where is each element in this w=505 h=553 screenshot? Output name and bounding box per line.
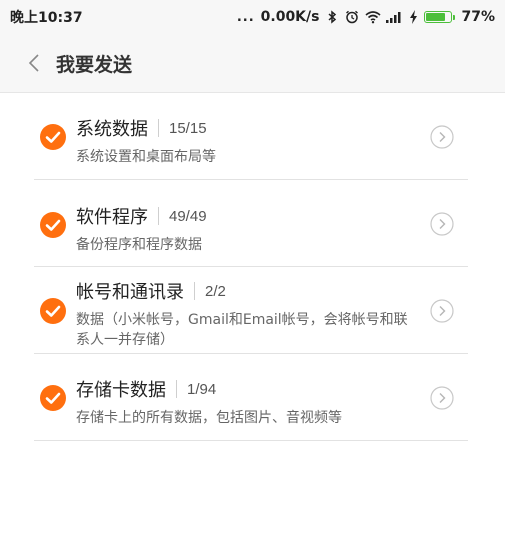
item-count: 1/94 xyxy=(187,380,217,398)
screen: 晚上10:37 ... 0.00K/s 77% 我要发送 系统数据 15/15 … xyxy=(0,0,505,553)
send-list: 系统数据 15/15 系统设置和桌面布局等 软件程序 49/49 备份程序和程序… xyxy=(34,93,468,441)
check-circle-icon[interactable] xyxy=(40,212,66,238)
item-text: 帐号和通讯录 2/2 数据（小米帐号，Gmail和Email帐号，会将帐号和联系… xyxy=(76,278,418,350)
list-item-apps[interactable]: 软件程序 49/49 备份程序和程序数据 xyxy=(34,180,468,267)
alarm-icon xyxy=(345,10,359,24)
divider xyxy=(176,380,177,398)
chevron-left-icon xyxy=(28,54,39,72)
list-item-sd-card[interactable]: 存储卡数据 1/94 存储卡上的所有数据，包括图片、音视频等 xyxy=(34,354,468,441)
item-count: 49/49 xyxy=(169,207,207,225)
network-speed: 0.00K/s xyxy=(260,9,320,25)
status-right: ... 0.00K/s 77% xyxy=(237,9,495,25)
item-description: 数据（小米帐号，Gmail和Email帐号，会将帐号和联系人一并存储） xyxy=(76,312,408,348)
item-text: 软件程序 49/49 备份程序和程序数据 xyxy=(76,203,418,255)
item-description: 备份程序和程序数据 xyxy=(76,237,202,253)
content: 系统数据 15/15 系统设置和桌面布局等 软件程序 49/49 备份程序和程序… xyxy=(0,93,505,553)
page-title: 我要发送 xyxy=(56,53,133,76)
list-item-system-data[interactable]: 系统数据 15/15 系统设置和桌面布局等 xyxy=(34,93,468,180)
item-count: 2/2 xyxy=(205,282,226,300)
chevron-right-circle-icon[interactable] xyxy=(430,125,454,149)
item-description: 存储卡上的所有数据，包括图片、音视频等 xyxy=(76,410,342,426)
check-circle-icon[interactable] xyxy=(40,124,66,150)
wifi-icon xyxy=(365,10,382,24)
bluetooth-icon xyxy=(325,10,339,24)
list-item-accounts-contacts[interactable]: 帐号和通讯录 2/2 数据（小米帐号，Gmail和Email帐号，会将帐号和联系… xyxy=(34,267,468,354)
item-count: 15/15 xyxy=(169,119,207,137)
chevron-right-circle-icon[interactable] xyxy=(430,386,454,410)
charging-icon xyxy=(409,10,418,24)
back-button[interactable] xyxy=(14,34,54,92)
status-bar: 晚上10:37 ... 0.00K/s 77% xyxy=(0,0,505,34)
header: 我要发送 xyxy=(0,34,505,93)
item-title-line: 存储卡数据 1/94 xyxy=(76,376,418,402)
item-title: 帐号和通讯录 xyxy=(76,282,184,303)
item-title: 系统数据 xyxy=(76,119,148,140)
item-text: 系统数据 15/15 系统设置和桌面布局等 xyxy=(76,115,418,167)
battery-percent: 77% xyxy=(461,9,495,25)
check-circle-icon[interactable] xyxy=(40,298,66,324)
battery-icon xyxy=(424,11,456,23)
chevron-right-circle-icon[interactable] xyxy=(430,299,454,323)
status-time: 晚上10:37 xyxy=(10,10,83,26)
item-title-line: 软件程序 49/49 xyxy=(76,203,418,229)
item-title: 存储卡数据 xyxy=(76,380,166,401)
item-description: 系统设置和桌面布局等 xyxy=(76,149,216,165)
divider xyxy=(158,119,159,137)
divider xyxy=(194,282,195,300)
item-text: 存储卡数据 1/94 存储卡上的所有数据，包括图片、音视频等 xyxy=(76,376,418,428)
divider xyxy=(158,207,159,225)
status-dots: ... xyxy=(236,9,255,25)
signal-icon xyxy=(385,10,403,24)
chevron-right-circle-icon[interactable] xyxy=(430,212,454,236)
item-title-line: 系统数据 15/15 xyxy=(76,115,418,141)
check-circle-icon[interactable] xyxy=(40,385,66,411)
item-title: 软件程序 xyxy=(76,207,148,228)
item-title-line: 帐号和通讯录 2/2 xyxy=(76,278,418,304)
